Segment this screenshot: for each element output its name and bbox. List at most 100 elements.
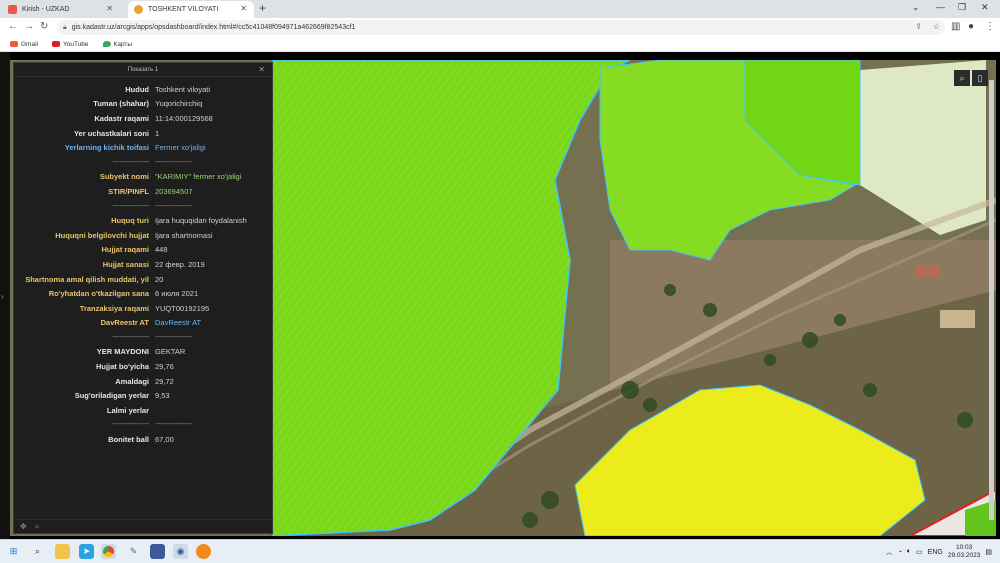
- file-explorer-icon[interactable]: [55, 544, 70, 559]
- attribute-row: Hujjat raqami 448: [14, 243, 272, 258]
- attribute-row: STIR/PINFL 203694507: [14, 184, 272, 199]
- site-favicon-icon: [134, 5, 143, 14]
- browser-app-icon[interactable]: [196, 544, 211, 559]
- separator: -------------------- --------------------: [14, 155, 272, 170]
- attribute-value: 1: [155, 128, 160, 138]
- close-tab-icon[interactable]: ✕: [106, 4, 113, 13]
- attribute-key: Hujjat raqami: [101, 245, 149, 255]
- bookmark-label: Gmail: [21, 40, 38, 48]
- share-icon[interactable]: ⇪: [915, 22, 922, 31]
- speaker-icon[interactable]: 🔈︎: [907, 548, 911, 556]
- attribute-key: Tuman (shahar): [93, 99, 149, 109]
- document-app-icon[interactable]: [150, 544, 165, 559]
- separator-right: --------------------: [155, 202, 192, 210]
- attribute-key: DavReestr AT: [100, 318, 149, 328]
- search-icon[interactable]: ⌕: [954, 70, 970, 86]
- attribute-key: STIR/PINFL: [108, 186, 149, 196]
- building: [915, 265, 940, 277]
- bookmark-maps[interactable]: Карты: [102, 41, 132, 48]
- zoom-to-icon[interactable]: ⌕: [35, 522, 39, 532]
- tab-toshkent-viloyati[interactable]: TOSHKENT VILOYATI ✕: [128, 1, 254, 18]
- attribute-key: Kadastr raqami: [94, 113, 149, 123]
- language-indicator[interactable]: ENG: [928, 549, 943, 556]
- bookmark-youtube[interactable]: YouTube: [51, 41, 89, 48]
- left-panel-edge: ›: [0, 52, 10, 539]
- attribute-key: Huquq turi: [111, 216, 149, 226]
- notifications-icon[interactable]: ▤: [985, 548, 992, 556]
- bookmark-star-icon[interactable]: ☆: [933, 22, 940, 31]
- separator-right: --------------------: [155, 158, 192, 166]
- wifi-icon[interactable]: ◔: [898, 549, 902, 556]
- attribute-value: 29,76: [155, 362, 174, 372]
- tab-kirish-uzkad[interactable]: Kirish - UZKAD ✕: [2, 1, 120, 18]
- new-tab-icon[interactable]: +: [259, 1, 266, 15]
- remote-app-icon[interactable]: ◉: [173, 544, 188, 559]
- close-tab-icon[interactable]: ✕: [240, 4, 247, 13]
- tab-label: Kirish - UZKAD: [22, 6, 70, 13]
- youtube-icon: [51, 41, 60, 47]
- forward-icon[interactable]: →: [24, 21, 34, 32]
- side-panel-icon[interactable]: ▥: [951, 21, 960, 32]
- url-input[interactable]: 🔒︎ gis.kadastr.uz/arcgis/apps/opsdashboa…: [57, 20, 945, 35]
- attribute-key: Amaldagi: [115, 376, 149, 386]
- taskbar: ⊞ ⌕ ➤ ✎ ◉ ︿ ◔ 🔈︎ ▭ ENG 10:03 29.03.2023 …: [0, 539, 1000, 563]
- attribute-value: 9,53: [155, 391, 170, 401]
- attribute-row: Huquqni belgilovchi hujjat Ijara shartnom…: [14, 228, 272, 243]
- davreestr-link[interactable]: DavReestr AT: [155, 318, 272, 327]
- attribute-value: Ijara huquqidan foydalanish: [155, 216, 247, 226]
- profile-icon[interactable]: ●: [968, 21, 974, 32]
- minimize-icon[interactable]: —: [936, 2, 945, 12]
- maps-pin-icon: [102, 41, 111, 47]
- popup-title: Показать 1: [127, 66, 159, 73]
- attribute-value: 67,00: [155, 435, 174, 445]
- pan-to-icon[interactable]: ✥: [20, 522, 27, 531]
- clock[interactable]: 10:03 29.03.2023: [948, 544, 981, 560]
- browser-tab-bar: Kirish - UZKAD ✕ TOSHKENT VILOYATI ✕ + ⌄…: [0, 0, 1000, 18]
- maximize-icon[interactable]: ❐: [958, 2, 966, 13]
- back-icon[interactable]: ←: [8, 21, 18, 32]
- windows-start-icon[interactable]: ⊞: [6, 544, 21, 559]
- feature-popup: Показать 1 ✕ Hudud Toshkent viloyati Tuma…: [13, 62, 273, 534]
- clock-time: 10:03: [955, 544, 973, 551]
- telegram-icon[interactable]: ➤: [79, 544, 94, 559]
- gmail-icon: [10, 41, 18, 47]
- attribute-key: Yerlarning kichik toifasi: [64, 143, 149, 153]
- bookmark-gmail[interactable]: Gmail: [10, 41, 38, 48]
- separator-left: --------------------: [112, 202, 149, 210]
- bookmark-icon[interactable]: ▯: [972, 70, 988, 86]
- reload-icon[interactable]: ↻: [40, 21, 48, 32]
- attribute-value: 29,72: [155, 376, 174, 386]
- close-icon[interactable]: ✕: [258, 65, 265, 74]
- attribute-value: GEKTAR: [155, 347, 186, 357]
- attribute-row: Sug'oriladigan yerlar 9,53: [14, 388, 272, 403]
- attribute-key: Tranzaksiya raqami: [79, 303, 149, 313]
- attribute-key: Bonitet ball: [108, 435, 149, 445]
- chrome-icon[interactable]: [101, 544, 116, 559]
- scrollbar[interactable]: [989, 80, 994, 520]
- attribute-row: Ro'yhatdan o'tkazilgan sana 6 июля 2021: [14, 286, 272, 301]
- attribute-row: DavReestr AT DavReestr AT: [14, 316, 272, 331]
- attribute-value: Yuqorichirchiq: [155, 99, 203, 109]
- app-icon[interactable]: ✎: [126, 544, 141, 559]
- attribute-key: Shartnoma amal qilish muddati, yil: [25, 274, 149, 284]
- separator: -------------------- --------------------: [14, 330, 272, 345]
- attribute-key: YER MAYDONI: [96, 347, 149, 357]
- attribute-value: 448: [155, 245, 168, 255]
- tab-search-icon[interactable]: ⌄: [912, 2, 920, 13]
- expand-panel-icon[interactable]: ›: [1, 292, 4, 301]
- tab-label: TOSHKENT VILOYATI: [148, 6, 219, 13]
- close-window-icon[interactable]: ✕: [981, 2, 989, 13]
- menu-icon[interactable]: ⋮: [985, 21, 995, 32]
- attribute-row: Huquq turi Ijara huquqidan foydalanish: [14, 213, 272, 228]
- chevron-up-icon[interactable]: ︿: [886, 547, 893, 557]
- attribute-value: "KARIMIY" fermer xo'jaligi: [155, 172, 242, 182]
- battery-icon[interactable]: ▭: [916, 548, 923, 556]
- attribute-row: Yerlarning kichik toifasi Fermer xo'jalig…: [14, 140, 272, 155]
- attribute-key: Lalmi yerlar: [106, 405, 149, 415]
- attribute-row: Tranzaksiya raqami YUQT00192195: [14, 301, 272, 316]
- attribute-value: YUQT00192195: [155, 303, 210, 313]
- attribute-key: Hujjat bo'yicha: [95, 362, 149, 372]
- attribute-row: Amaldagi 29,72: [14, 374, 272, 389]
- search-icon[interactable]: ⌕: [30, 544, 45, 559]
- clock-date: 29.03.2023: [947, 552, 981, 559]
